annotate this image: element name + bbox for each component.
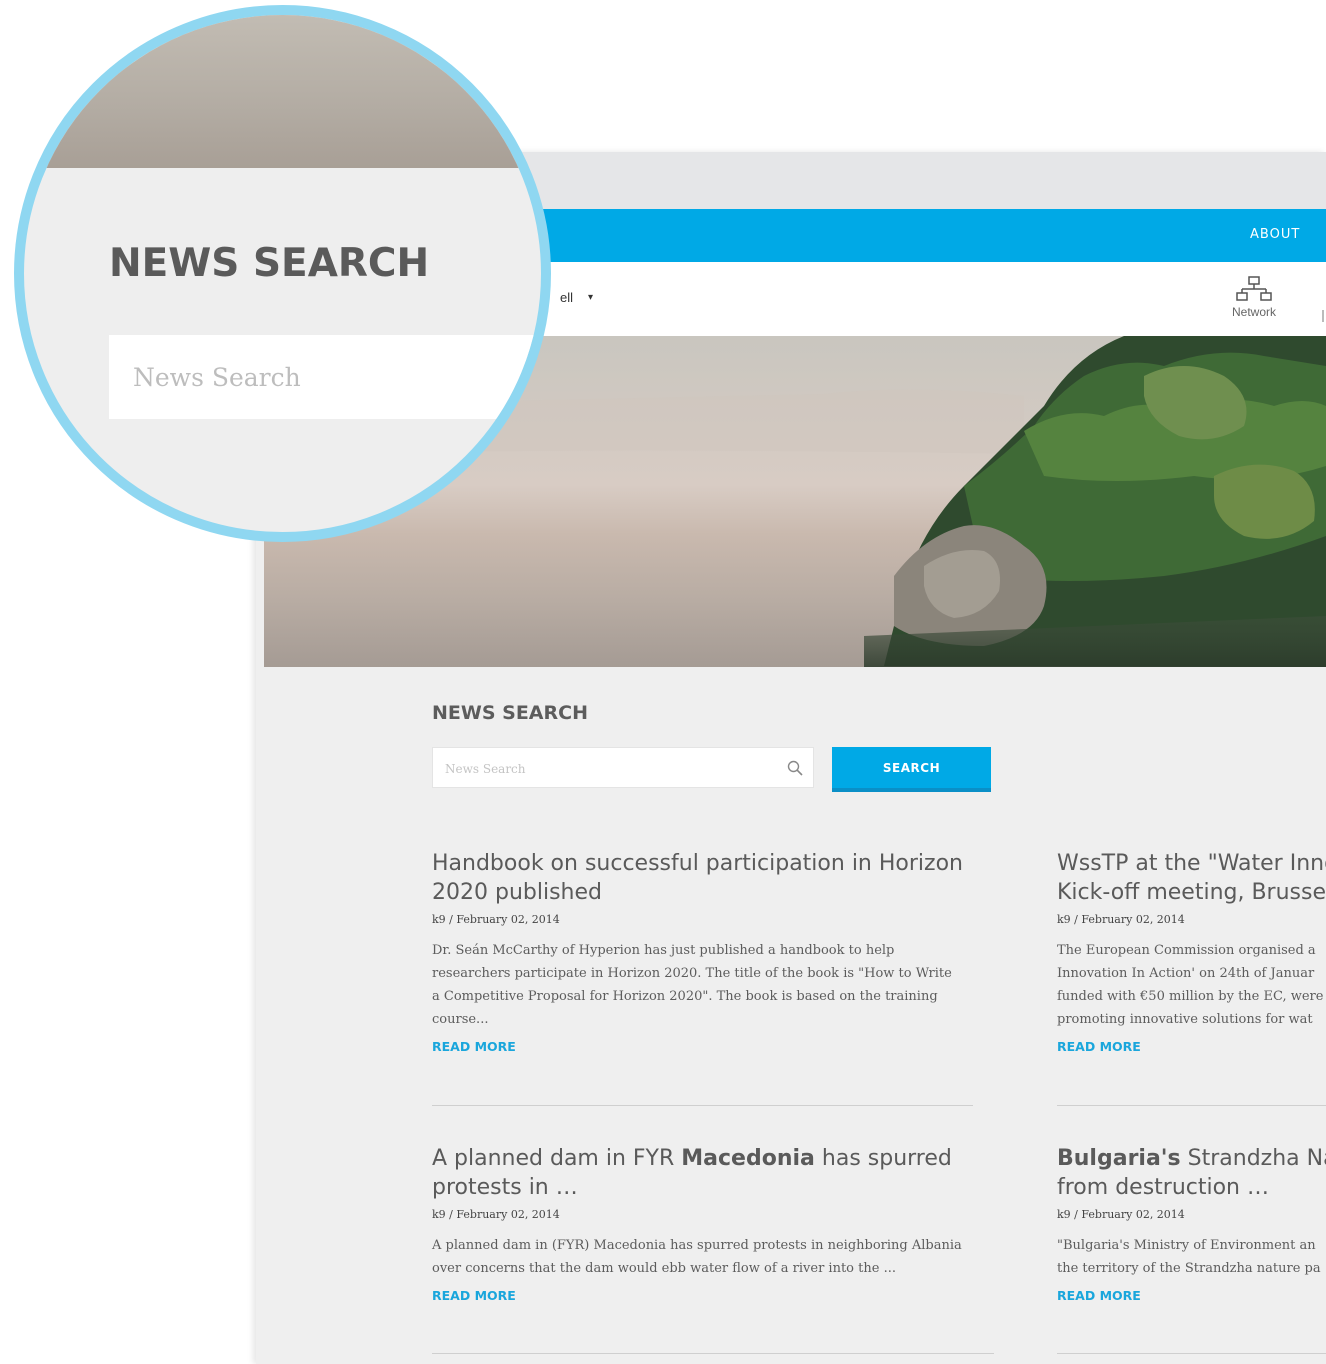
network-link[interactable]: Network [1214,276,1294,319]
excerpt-line: "Bulgaria's Ministry of Environment an [1057,1238,1316,1253]
magnified-search-placeholder: News Search [133,363,301,392]
article-title[interactable]: Bulgaria's Strandzha Nat from destructio… [1057,1144,1326,1202]
excerpt-line: over concerns that the dam would ebb wat… [432,1261,896,1276]
article-title-part-bold: Macedonia [681,1146,815,1171]
article-title[interactable]: Handbook on successful participation in … [432,849,992,907]
read-more-link[interactable]: READ MORE [1057,1039,1326,1054]
article-title[interactable]: WssTP at the "Water Inno Kick-off meetin… [1057,849,1326,907]
article-title-line: Handbook on successful participation in … [432,851,963,876]
excerpt-line: funded with €50 million by the EC, were [1057,989,1324,1004]
magnified-search-input: News Search [109,335,541,419]
chevron-down-icon[interactable]: ▾ [588,292,593,303]
excerpt-line: Innovation In Action' on 24th of Januar [1057,966,1315,981]
article-excerpt: "Bulgaria's Ministry of Environment an t… [1057,1234,1326,1280]
read-more-link[interactable]: READ MORE [432,1288,1002,1303]
subbar-dropdown-label[interactable]: ell [560,290,573,305]
article-card: A planned dam in FYR Macedonia has spurr… [432,1144,1002,1303]
network-label: Network [1231,305,1276,319]
article-divider [432,1353,994,1354]
article-card: Handbook on successful participation in … [432,849,992,1054]
article-card: Bulgaria's Strandzha Nat from destructio… [1057,1144,1326,1303]
excerpt-line: course... [432,1012,489,1027]
article-title-line: Kick-off meeting, Brusse [1057,880,1326,905]
article-title[interactable]: A planned dam in FYR Macedonia has spurr… [432,1144,1002,1202]
article-divider [432,1105,973,1106]
article-divider [1057,1105,1326,1106]
excerpt-line: researchers participate in Horizon 2020.… [432,966,952,981]
article-title-line: WssTP at the "Water Inno [1057,851,1326,876]
article-title-line: protests in … [432,1175,578,1200]
article-title-part: A planned dam in FYR [432,1146,682,1171]
excerpt-line: the territory of the Strandzha nature pa [1057,1261,1321,1276]
article-meta: k9 / February 02, 2014 [1057,913,1185,926]
excerpt-line: Dr. Seán McCarthy of Hyperion has just p… [432,943,895,958]
article-meta: k9 / February 02, 2014 [1057,1208,1185,1221]
article-excerpt: A planned dam in (FYR) Macedonia has spu… [432,1234,1002,1280]
article-divider [1057,1353,1326,1354]
news-search-box[interactable] [432,747,814,788]
article-title-part: has spurred [814,1146,952,1171]
article-card: WssTP at the "Water Inno Kick-off meetin… [1057,849,1326,1054]
search-icon[interactable] [787,760,803,776]
excerpt-line: a Competitive Proposal for Horizon 2020"… [432,989,938,1004]
article-meta: k9 / February 02, 2014 [432,1208,560,1221]
network-icon [1236,276,1272,301]
read-more-link[interactable]: READ MORE [1057,1288,1326,1303]
magnified-news-search-title: NEWS SEARCH [109,241,430,286]
nav-item-about[interactable]: ABOUT [1250,227,1300,242]
article-title-line: from destruction … [1057,1175,1269,1200]
magnifier-hero-strip [24,15,541,168]
read-more-link[interactable]: READ MORE [432,1039,992,1054]
article-title-part: Strandzha Nat [1187,1146,1326,1171]
article-excerpt: Dr. Seán McCarthy of Hyperion has just p… [432,939,992,1031]
excerpt-line: A planned dam in (FYR) Macedonia has spu… [432,1238,962,1253]
excerpt-line: The European Commission organised a [1057,943,1316,958]
excerpt-line: promoting innovative solutions for wat [1057,1012,1313,1027]
article-meta: k9 / February 02, 2014 [432,913,560,926]
article-excerpt: The European Commission organised a Inno… [1057,939,1326,1031]
magnifier-callout: NEWS SEARCH News Search [14,5,551,542]
search-button[interactable]: SEARCH [832,747,991,792]
article-title-line: 2020 published [432,880,602,905]
subbar-edge-divider [1322,310,1324,322]
news-search-title: NEWS SEARCH [432,702,588,724]
news-search-input[interactable] [443,758,767,780]
article-title-part-bold: Bulgaria's [1057,1146,1181,1171]
